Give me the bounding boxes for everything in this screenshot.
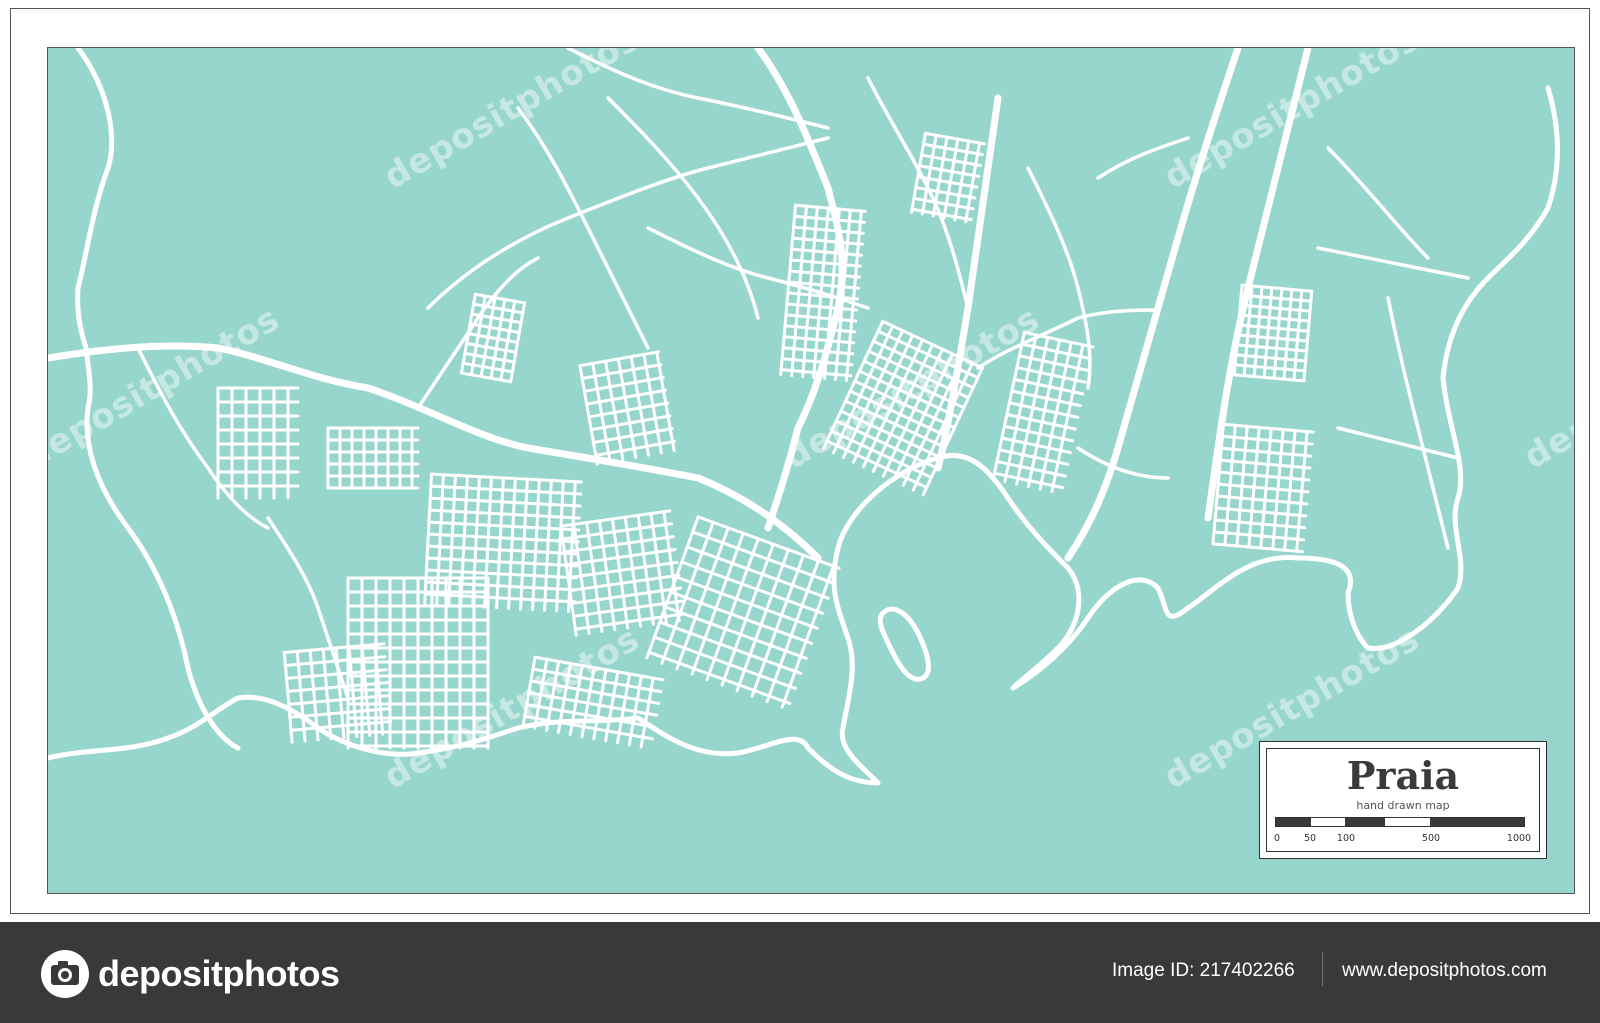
- legend-inner-border: Praia hand drawn map 0 50 100 500 1000: [1266, 748, 1540, 852]
- scale-bar: [1275, 817, 1525, 827]
- scale-tick-label: 0: [1273, 833, 1281, 844]
- scale-segment-dark: [1276, 818, 1311, 826]
- footer-bar: depositphotos Image ID: 217402266 www.de…: [0, 922, 1600, 1023]
- scale-tick-label: 500: [1421, 833, 1441, 844]
- scale-segment-dark: [1429, 818, 1524, 826]
- site-url-link[interactable]: www.depositphotos.com: [1342, 960, 1547, 982]
- main-roads: [48, 48, 1312, 562]
- map-subtitle: hand drawn map: [1356, 799, 1450, 812]
- brand-name: depositphotos: [98, 953, 340, 994]
- map-frame: depositphotos depositphotos depositphoto…: [10, 8, 1590, 914]
- scale-tick-label: 50: [1303, 833, 1317, 844]
- street-grid: [216, 131, 1315, 750]
- scale-tick-label: 100: [1336, 833, 1356, 844]
- scale-tick-label: 1000: [1506, 833, 1532, 844]
- footer-divider: [1322, 952, 1323, 986]
- brand-logo-group[interactable]: depositphotos: [40, 950, 340, 998]
- map-legend: Praia hand drawn map 0 50 100 500 1000: [1259, 741, 1547, 859]
- scale-segment-light: [1385, 818, 1430, 826]
- scale-segment-dark: [1345, 818, 1386, 826]
- image-id-label: Image ID: 217402266: [1112, 960, 1295, 981]
- city-title: Praia: [1346, 753, 1460, 798]
- scale-segment-light: [1310, 818, 1346, 826]
- camera-icon: [41, 950, 89, 998]
